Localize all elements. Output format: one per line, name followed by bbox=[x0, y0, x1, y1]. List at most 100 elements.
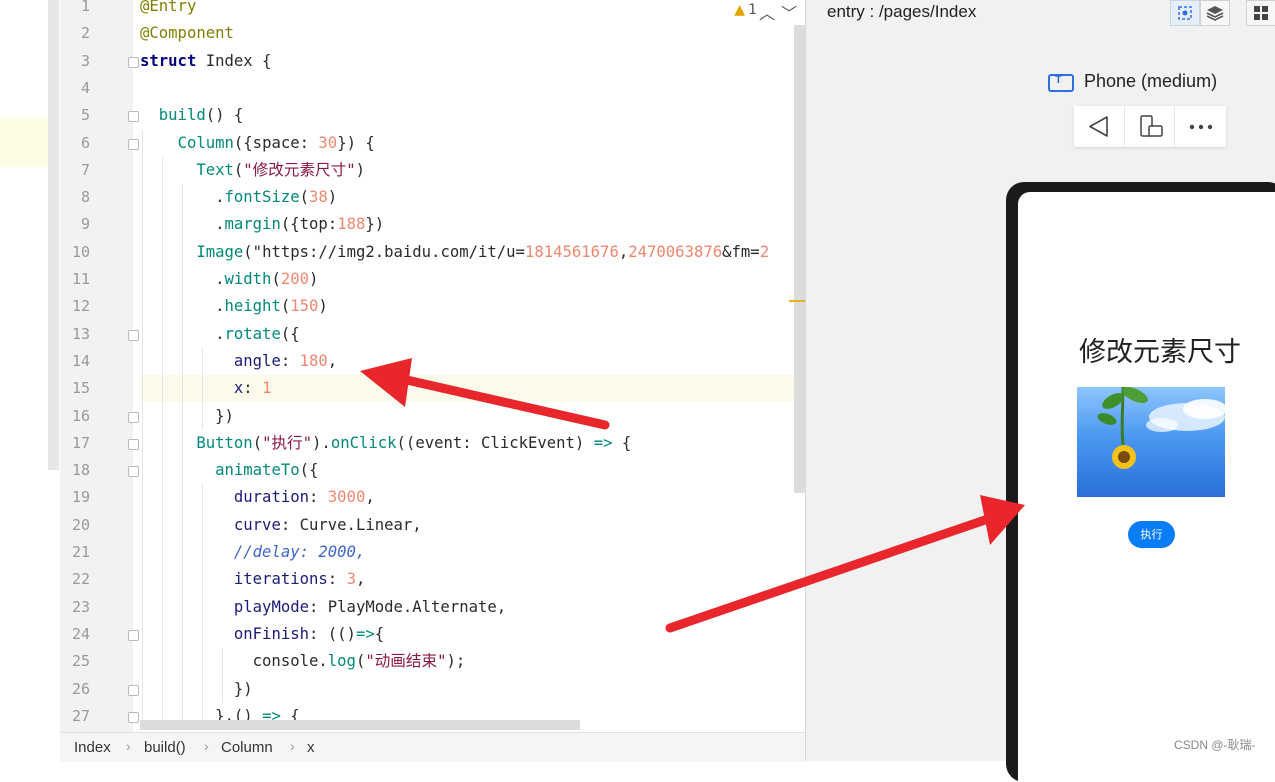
device-label[interactable]: Phone (medium) bbox=[1084, 71, 1217, 92]
chevron-right-icon: › bbox=[126, 738, 131, 754]
multi-device-button[interactable] bbox=[1246, 0, 1275, 26]
indent-guide bbox=[202, 484, 203, 731]
line-number: 18 bbox=[71, 461, 90, 480]
line-number: 5 bbox=[80, 106, 90, 125]
chevron-up-icon[interactable]: ︿ bbox=[759, 0, 775, 24]
code-line[interactable]: .height(150) bbox=[140, 293, 805, 320]
code-line[interactable]: Button("执行").onClick((event: ClickEvent)… bbox=[140, 430, 805, 457]
device-toolbar bbox=[1074, 106, 1226, 147]
fold-marker-icon[interactable] bbox=[128, 111, 139, 123]
chevron-right-icon: › bbox=[290, 738, 295, 754]
layers-button[interactable] bbox=[1200, 0, 1230, 26]
line-number: 14 bbox=[71, 351, 90, 370]
more-options-button[interactable] bbox=[1174, 106, 1225, 147]
code-line[interactable]: Text("修改元素尺寸") bbox=[140, 157, 805, 184]
code-line[interactable]: angle: 180, bbox=[140, 348, 805, 375]
line-number: 19 bbox=[71, 488, 90, 507]
line-number: 12 bbox=[71, 297, 90, 316]
phone-frame: 修改元素尺寸 执行 bbox=[1006, 182, 1275, 782]
rotate-device-icon bbox=[1140, 115, 1163, 137]
line-number: 20 bbox=[71, 515, 90, 534]
code-line[interactable]: struct Index { bbox=[140, 48, 805, 75]
code-line[interactable]: animateTo({ bbox=[140, 457, 805, 484]
warning-marker[interactable] bbox=[789, 300, 805, 302]
rotate-device-button[interactable] bbox=[1124, 106, 1175, 147]
fold-marker-icon[interactable] bbox=[128, 138, 139, 150]
code-line[interactable]: }) bbox=[140, 676, 805, 703]
breadcrumb-item[interactable]: Column bbox=[221, 739, 273, 756]
back-button[interactable] bbox=[1074, 106, 1124, 147]
back-triangle-icon bbox=[1089, 116, 1108, 137]
code-line[interactable]: Column({space: 30}) { bbox=[140, 130, 805, 157]
line-number: 23 bbox=[71, 597, 90, 616]
left-scrollbar[interactable] bbox=[48, 0, 59, 470]
line-number: 21 bbox=[71, 543, 90, 561]
breadcrumb-item[interactable]: x bbox=[307, 739, 315, 756]
code-line[interactable]: }) bbox=[140, 403, 805, 430]
fold-marker-icon[interactable] bbox=[128, 438, 139, 450]
line-number: 8 bbox=[80, 188, 90, 207]
fold-marker-icon[interactable] bbox=[128, 56, 139, 68]
editor-vertical-scrollbar[interactable] bbox=[794, 25, 805, 493]
code-line[interactable]: .rotate({ bbox=[140, 321, 805, 348]
code-editor[interactable]: 1 2 3 4 5 6 7 8 9 10 11 12 13 14 15 16 17 18 19 20 21 22 23 24 2… bbox=[60, 0, 805, 732]
line-number: 27 bbox=[71, 706, 90, 725]
code-line[interactable]: .width(200) bbox=[140, 266, 805, 293]
device-type-icon bbox=[1048, 74, 1074, 92]
indent-guide bbox=[162, 156, 163, 731]
fold-marker-icon[interactable] bbox=[128, 329, 139, 341]
line-number: 10 bbox=[71, 242, 90, 261]
line-number: 16 bbox=[71, 406, 90, 425]
code-area[interactable]: @Entry @Component struct Index { build() {… bbox=[140, 0, 805, 732]
inspection-warning[interactable]: ▲ 1 bbox=[734, 2, 757, 18]
code-line[interactable]: iterations: 3, bbox=[140, 566, 805, 593]
line-number: 17 bbox=[71, 433, 90, 452]
code-line[interactable]: @Component bbox=[140, 20, 805, 47]
code-line[interactable]: .margin({top:188}) bbox=[140, 211, 805, 238]
indent-guide bbox=[202, 347, 203, 430]
code-line[interactable]: Image("https://img2.baidu.com/it/u=18145… bbox=[140, 239, 805, 266]
fold-marker-icon[interactable] bbox=[128, 466, 139, 478]
execute-button[interactable]: 执行 bbox=[1128, 521, 1175, 548]
breadcrumb-item[interactable]: Index bbox=[74, 739, 111, 756]
inspector-toggle[interactable] bbox=[1170, 0, 1200, 26]
indent-guide bbox=[142, 129, 143, 731]
more-dots-icon bbox=[1189, 124, 1213, 130]
previewer-panel: entry : /pages/Index Phone (medium) bbox=[805, 0, 1275, 782]
code-line[interactable]: .fontSize(38) bbox=[140, 184, 805, 211]
fold-marker-icon[interactable] bbox=[128, 411, 139, 423]
chevron-down-icon[interactable]: ﹀ bbox=[781, 0, 797, 24]
code-line[interactable]: onFinish: (()=>{ bbox=[140, 621, 805, 648]
line-number: 3 bbox=[80, 51, 90, 70]
indent-guide bbox=[222, 648, 223, 703]
fold-marker-icon[interactable] bbox=[128, 711, 139, 723]
preview-title: entry : /pages/Index bbox=[827, 2, 977, 21]
code-line[interactable]: @Entry bbox=[140, 0, 805, 20]
line-number: 15 bbox=[71, 379, 90, 398]
line-number: 11 bbox=[71, 270, 90, 288]
code-line[interactable] bbox=[140, 75, 805, 102]
line-number: 7 bbox=[80, 160, 90, 179]
code-line[interactable]: playMode: PlayMode.Alternate, bbox=[140, 594, 805, 621]
code-line[interactable]: console.log("动画结束"); bbox=[140, 648, 805, 675]
inspect-icon bbox=[1178, 6, 1192, 20]
grid-icon bbox=[1254, 6, 1268, 20]
line-number: 9 bbox=[80, 215, 90, 234]
breadcrumb-item[interactable]: build() bbox=[144, 739, 186, 756]
code-line[interactable]: curve: Curve.Linear, bbox=[140, 512, 805, 539]
layers-icon bbox=[1206, 6, 1224, 21]
code-line[interactable]: x: 1 bbox=[140, 375, 805, 403]
warning-count: 1 bbox=[748, 2, 757, 18]
fold-marker-icon[interactable] bbox=[128, 684, 139, 696]
code-line[interactable]: duration: 3000, bbox=[140, 484, 805, 511]
editor-horizontal-scrollbar[interactable] bbox=[140, 720, 580, 730]
left-panel-strip bbox=[0, 0, 60, 761]
code-line[interactable]: build() { bbox=[140, 102, 805, 129]
line-number: 25 bbox=[71, 652, 90, 671]
fold-marker-icon[interactable] bbox=[128, 629, 139, 641]
line-number: 2 bbox=[80, 24, 90, 43]
line-number: 6 bbox=[80, 133, 90, 152]
breadcrumb: Index › build() › Column › x bbox=[60, 732, 805, 762]
code-line[interactable]: //delay: 2000, bbox=[140, 539, 805, 566]
warning-icon: ▲ bbox=[734, 2, 746, 18]
